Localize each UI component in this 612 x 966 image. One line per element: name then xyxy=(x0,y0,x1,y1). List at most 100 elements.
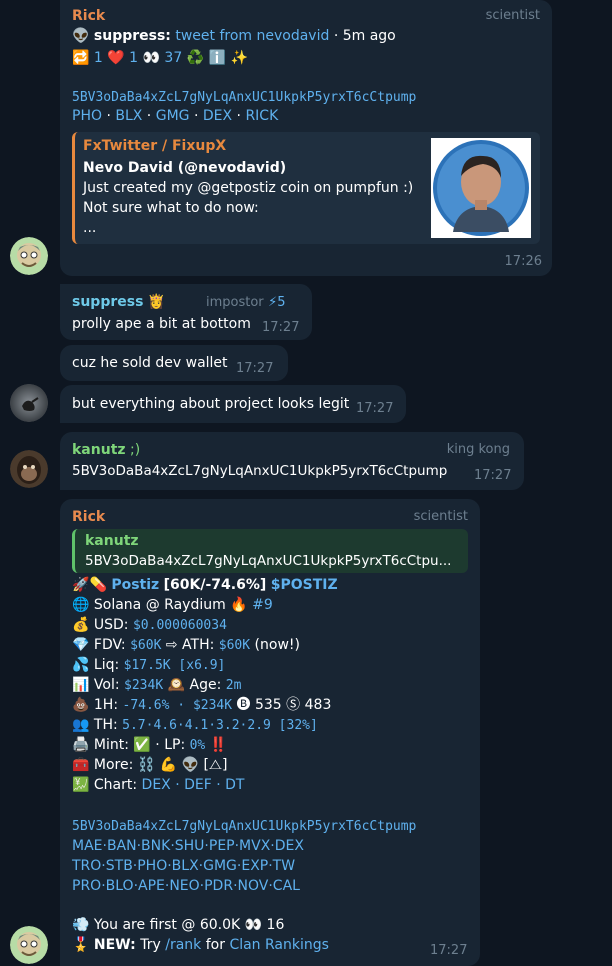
chart-links[interactable]: DEX · DEF · DT xyxy=(142,777,245,793)
link-row-2[interactable]: TRO·STB·PHO·BLX·GMG·EXP·TW xyxy=(72,856,295,876)
rocket-icon: 🚀 xyxy=(72,577,90,593)
usd-label: USD: xyxy=(93,617,129,633)
chart-yen-icon: 💹 xyxy=(72,777,90,793)
author-name[interactable]: Rick xyxy=(72,6,105,26)
usd-value: $0.000060034 xyxy=(132,618,227,633)
tweet-stats: 🔁 1 ❤️ 1 👀 37 ♻️ ℹ️ ✨ xyxy=(72,48,248,68)
fdv-line: 💎 FDV: $60K ⇨ ATH: $60K (now!) xyxy=(72,635,300,656)
vol-label: Vol: xyxy=(93,677,120,693)
chain-line: 🌐 Solana @ Raydium 🔥 #9 xyxy=(72,595,273,615)
printer-icon: 🖨️ xyxy=(72,737,90,753)
people-icon: 👥 xyxy=(72,717,90,733)
more-tail[interactable]: [⧍] xyxy=(203,757,227,773)
buys-icon: 🅑 xyxy=(236,697,251,713)
like-count: 1 xyxy=(129,50,139,66)
message-text: but everything about project looks legit xyxy=(72,396,350,412)
author-name[interactable]: Rick xyxy=(72,507,105,527)
rank-number[interactable]: #9 xyxy=(252,597,273,613)
message-kanutz[interactable]: kanutz ;) king kong 5BV3oDaBa4xZcL7gNyLq… xyxy=(60,432,524,490)
message-suppress-2[interactable]: cuz he sold dev wallet 17:27 xyxy=(60,345,288,381)
boost-count: 5 xyxy=(277,295,286,310)
token-stats: [60K/-74.6%] xyxy=(163,577,267,593)
token-ticker[interactable]: $POSTIZ xyxy=(271,577,338,593)
new-for: for xyxy=(205,937,225,953)
mint-label: Mint: xyxy=(93,737,129,753)
token-name[interactable]: Postiz xyxy=(111,577,159,593)
mint-line: 🖨️ Mint: ✅ · LP: 0% ‼️ xyxy=(72,735,227,756)
hour-line: 💩 1H: -74.6% · $234K 🅑 535 Ⓢ 483 xyxy=(72,695,331,716)
fdv-label: FDV: xyxy=(93,637,126,653)
rank-command[interactable]: /rank xyxy=(165,937,201,953)
link-row-3[interactable]: PRO·BLO·APE·NEO·PDR·NOV·CAL xyxy=(72,876,300,896)
tweet-link[interactable]: tweet from nevodavid xyxy=(175,28,329,44)
liq-label: Liq: xyxy=(93,657,120,673)
message-text: prolly ape a bit at bottom xyxy=(72,316,251,332)
lp-value: 0% xyxy=(189,738,206,753)
fdv-value: $60K xyxy=(130,638,162,653)
gem-icon: 💎 xyxy=(72,637,90,653)
message-text[interactable]: 5BV3oDaBa4xZcL7gNyLqAnxUC1UkpkP5yrxT6cCt… xyxy=(72,461,447,481)
role-line: impostor ⚡5 xyxy=(206,292,286,313)
buys-value: 535 xyxy=(254,697,282,713)
chain-name: Solana @ Raydium xyxy=(93,597,226,613)
reply-quote[interactable]: kanutz 5BV3oDaBa4xZcL7gNyLqAnxUC1UkpkP5y… xyxy=(72,529,468,573)
author-name[interactable]: suppress xyxy=(72,294,143,310)
message-rick-tweet[interactable]: Rick scientist 👽 suppress: tweet from ne… xyxy=(60,0,552,276)
message-suppress-1[interactable]: suppress 👸 impostor ⚡5 prolly ape a bit … xyxy=(60,284,312,340)
chart-line: 💹 Chart: DEX · DEF · DT xyxy=(72,775,244,795)
contract-address[interactable]: 5BV3oDaBa4xZcL7gNyLqAnxUC1UkpkP5yrxT6cCt… xyxy=(72,817,416,837)
link-preview[interactable]: FxTwitter / FixupX Nevo David (@nevodavi… xyxy=(72,132,540,244)
timestamp: 17:27 xyxy=(356,401,394,416)
heart-icon: ❤️ xyxy=(107,50,125,66)
th-value: 5.7·4.6·4.1·3.2·2.9 [32%] xyxy=(122,718,318,733)
info-icon: ℹ️ xyxy=(208,50,227,66)
recycle-icon: ♻️ xyxy=(186,50,205,66)
link-rick[interactable]: RICK xyxy=(245,108,278,124)
clan-rankings-link[interactable]: Clan Rankings xyxy=(229,937,329,953)
alien-icon[interactable]: 👽 xyxy=(182,757,199,773)
message-suppress-3[interactable]: but everything about project looks legit… xyxy=(60,385,406,423)
more-label: More: xyxy=(93,757,134,773)
eyes-icon: 👀 xyxy=(244,917,263,933)
check-icon: ✅ xyxy=(133,737,151,753)
age-label: Age: xyxy=(189,677,222,693)
first-text: You are first @ 60.0K xyxy=(93,917,241,933)
preview-site: FxTwitter / FixupX xyxy=(83,138,227,154)
author-line: suppress 👸 xyxy=(72,292,165,312)
tweet-header: 👽 suppress: tweet from nevodavid · 5m ag… xyxy=(72,26,396,46)
contract-address[interactable]: 5BV3oDaBa4xZcL7gNyLqAnxUC1UkpkP5yrxT6cCt… xyxy=(72,88,416,108)
preview-line-1: Just created my @getpostiz coin on pumpf… xyxy=(83,180,414,196)
link-gmg[interactable]: GMG xyxy=(156,108,190,124)
author-name[interactable]: kanutz xyxy=(72,442,126,458)
retweet-count: 1 xyxy=(93,50,103,66)
handcuffs-icon[interactable]: ⛓️ xyxy=(138,757,155,773)
droplets-icon: 💦 xyxy=(72,657,90,673)
ath-label: ⇨ ATH: xyxy=(165,637,215,653)
author-role: scientist xyxy=(485,8,540,23)
eyes-icon: 👀 xyxy=(142,50,160,66)
link-dex[interactable]: DEX xyxy=(203,108,232,124)
muscle-icon[interactable]: 💪 xyxy=(160,757,177,773)
preview-image[interactable] xyxy=(431,138,531,238)
money-bag-icon: 💰 xyxy=(72,617,90,633)
liq-line: 💦 Liq: $17.5K [x6.9] xyxy=(72,655,225,676)
link-blx[interactable]: BLX xyxy=(115,108,142,124)
toolbox-icon: 🧰 xyxy=(72,757,90,773)
link-row-1[interactable]: MAE·BAN·BNK·SHU·PEP·MVX·DEX xyxy=(72,836,304,856)
sparkles-icon: ✨ xyxy=(230,50,248,66)
quick-links: PHO · BLX · GMG · DEX · RICK xyxy=(72,108,279,124)
bar-chart-icon: 📊 xyxy=(72,677,90,693)
link-pho[interactable]: PHO xyxy=(72,108,102,124)
more-line: 🧰 More: ⛓️ 💪 👽 [⧍] xyxy=(72,755,227,775)
ath-value: $60K xyxy=(218,638,251,653)
avatar-rick-2[interactable] xyxy=(10,926,48,964)
new-try: Try xyxy=(140,937,161,953)
avatar-rick[interactable] xyxy=(10,237,48,275)
globe-icon: 🌐 xyxy=(72,597,90,613)
avatar-suppress[interactable] xyxy=(10,384,48,422)
author-line: kanutz ;) xyxy=(72,440,140,460)
sells-icon: Ⓢ xyxy=(286,697,301,713)
avatar-kanutz[interactable] xyxy=(10,450,48,488)
message-rick-report[interactable]: Rick scientist kanutz 5BV3oDaBa4xZcL7gNy… xyxy=(60,499,480,966)
alien-icon: 👽 xyxy=(72,28,90,44)
